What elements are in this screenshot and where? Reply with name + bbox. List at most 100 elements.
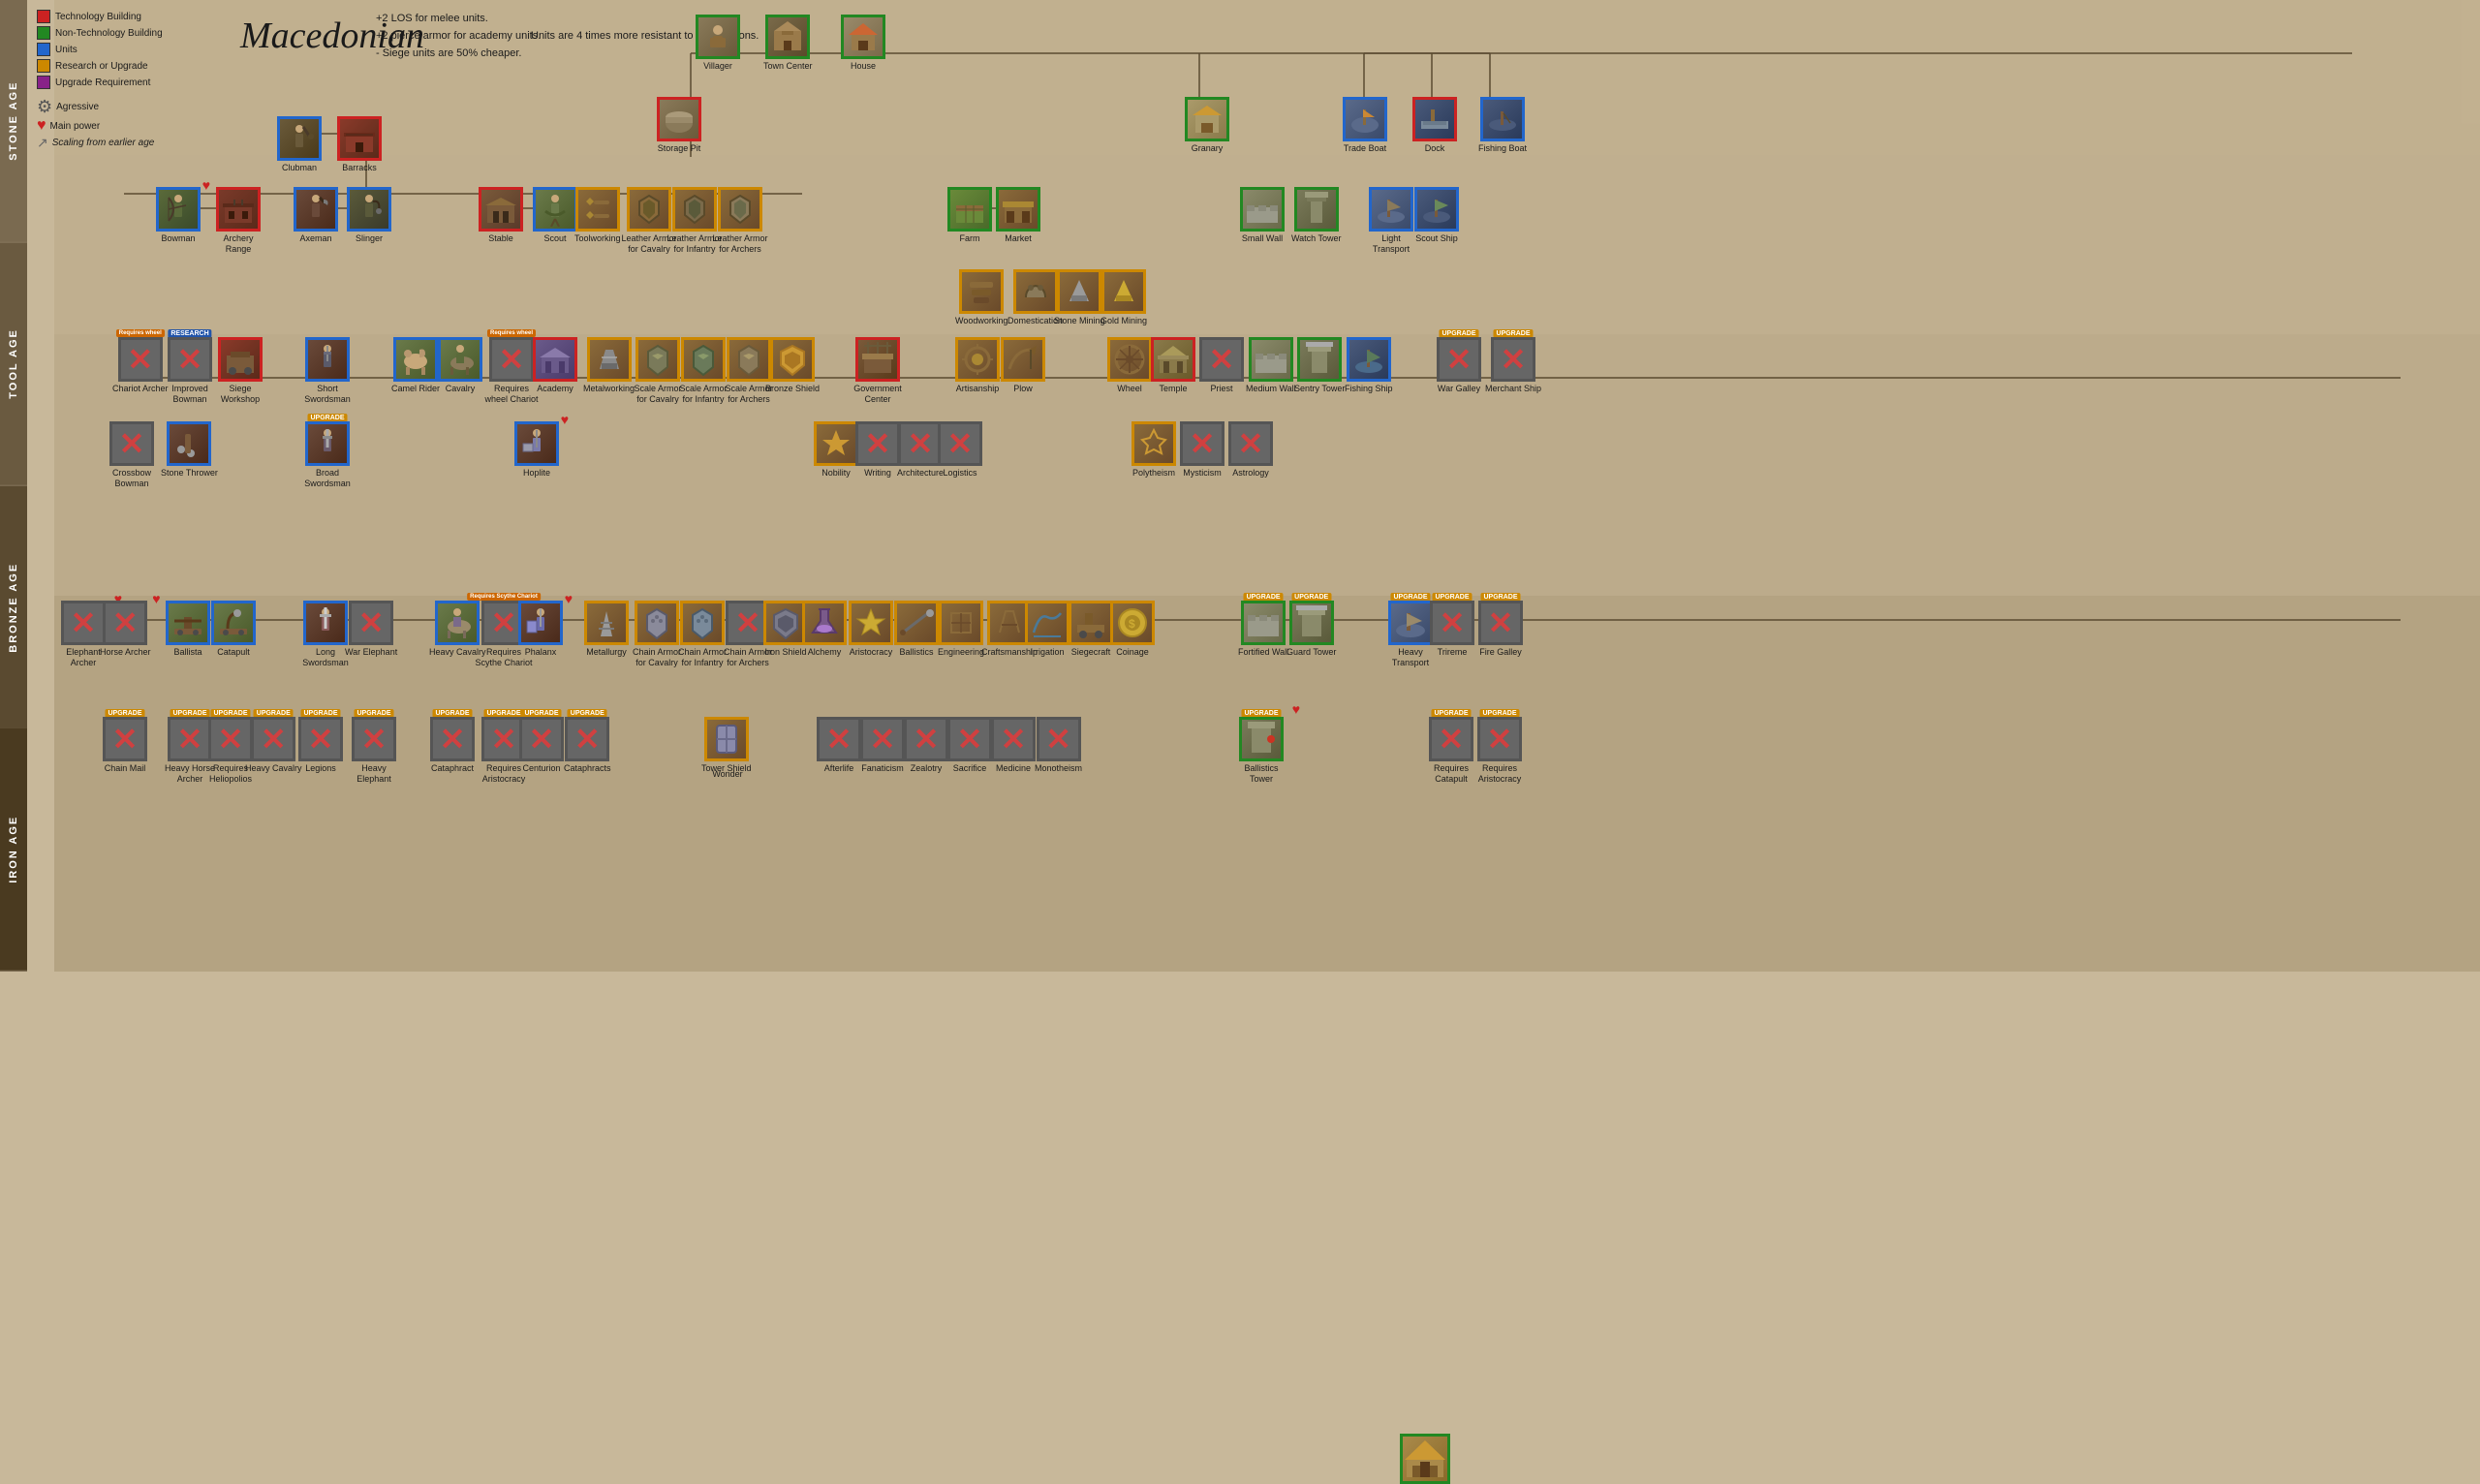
storage-pit-node[interactable]: Storage Pit: [657, 97, 701, 154]
chariot-node[interactable]: Requires wheel Requires wheel Chariot: [482, 337, 541, 405]
engineering-label: Engineering: [938, 647, 984, 658]
fishing-ship-bronze-node[interactable]: Fishing Ship: [1345, 337, 1393, 394]
ballista-node[interactable]: Ballista: [166, 601, 210, 658]
nobility-img: [814, 421, 858, 466]
iron-requires-arist-label: Requires Aristocracy: [1471, 763, 1529, 785]
nobility-node[interactable]: Nobility: [814, 421, 858, 479]
improved-bowman-node[interactable]: RESEARCH Improved Bowman: [161, 337, 219, 405]
stone-mining-node[interactable]: Stone Mining: [1054, 269, 1105, 326]
house-node[interactable]: House: [841, 15, 885, 72]
woodworking-node[interactable]: Woodworking: [955, 269, 1008, 326]
afterlife-node[interactable]: Afterlife: [817, 717, 861, 774]
market-node[interactable]: Market: [996, 187, 1040, 244]
stone-thrower-node[interactable]: Stone Thrower: [161, 421, 218, 479]
horse-archer-node[interactable]: ♥ Horse Archer: [100, 601, 151, 658]
trade-boat-node[interactable]: Trade Boat: [1343, 97, 1387, 154]
stable-node[interactable]: Stable: [479, 187, 523, 244]
wheel-node[interactable]: Wheel: [1107, 337, 1152, 394]
fanaticism-node[interactable]: Fanaticism: [860, 717, 905, 774]
catapult-node[interactable]: Catapult: [211, 601, 256, 658]
crossbow-bronze-node[interactable]: Crossbow Bowman: [103, 421, 161, 489]
fire-galley-label: Fire Galley: [1479, 647, 1522, 658]
toolworking-node[interactable]: Toolworking: [574, 187, 621, 244]
farm-node[interactable]: Farm: [947, 187, 992, 244]
priest-node[interactable]: Priest: [1199, 337, 1244, 394]
engineering-node[interactable]: Engineering: [938, 601, 984, 658]
metalworking-node[interactable]: Metalworking: [583, 337, 635, 394]
leather-armor-archers-node[interactable]: Leather Armor for Archers: [711, 187, 769, 255]
government-center-node[interactable]: Government Center: [849, 337, 907, 405]
heavy-elephant-node[interactable]: UPGRADE Heavy Elephant: [345, 717, 403, 785]
watch-tower-node[interactable]: Watch Tower: [1291, 187, 1342, 244]
fire-galley-img: [1478, 601, 1523, 645]
gold-mining-node[interactable]: Gold Mining: [1100, 269, 1147, 326]
mysticism-node[interactable]: Mysticism: [1180, 421, 1224, 479]
sentry-tower-node[interactable]: Sentry Tower: [1294, 337, 1345, 394]
clubman-node[interactable]: Clubman: [277, 116, 322, 173]
fire-galley-node[interactable]: UPGRADE Fire Galley: [1478, 601, 1523, 658]
bowman-node[interactable]: ♥ Bowman: [156, 187, 201, 244]
zealotry-node[interactable]: Zealotry: [904, 717, 948, 774]
academy-node[interactable]: Academy: [533, 337, 577, 394]
monotheism-node[interactable]: Monotheism: [1035, 717, 1082, 774]
legions-node[interactable]: UPGRADE Legions: [298, 717, 343, 774]
chain-mail-node[interactable]: UPGRADE Chain Mail: [103, 717, 147, 774]
wonder-node[interactable]: Wonder: [702, 717, 753, 780]
light-transport-node[interactable]: Light Transport: [1362, 187, 1420, 255]
cataphract-node[interactable]: UPGRADE Cataphract: [430, 717, 475, 774]
war-galley-node[interactable]: UPGRADE War Galley: [1437, 337, 1481, 394]
siege-workshop-node[interactable]: Siege Workshop: [211, 337, 269, 405]
heavy-cavalry-iron-node[interactable]: UPGRADE Heavy Cavalry: [245, 717, 302, 774]
cataphracts-node[interactable]: UPGRADE Cataphracts: [564, 717, 611, 774]
merchant-ship-node[interactable]: UPGRADE Merchant Ship: [1485, 337, 1541, 394]
architecture-node[interactable]: Architecture: [897, 421, 944, 479]
aristocracy-node[interactable]: Aristocracy: [849, 601, 893, 658]
temple-node[interactable]: Temple: [1151, 337, 1195, 394]
writing-node[interactable]: Writing: [855, 421, 900, 479]
centurion-node[interactable]: UPGRADE Centurion: [519, 717, 564, 774]
ballistics-node[interactable]: Ballistics: [894, 601, 939, 658]
medicine-node[interactable]: Medicine: [991, 717, 1036, 774]
short-swordsman-node[interactable]: Short Swordsman: [298, 337, 356, 405]
archery-range-node[interactable]: Archery Range: [209, 187, 267, 255]
cavalry-node[interactable]: Cavalry: [438, 337, 482, 394]
ballistics-tower-node[interactable]: UPGRADE ♥ Ballistics Tower: [1232, 717, 1290, 785]
trireme-node[interactable]: UPGRADE Trireme: [1430, 601, 1474, 658]
fortified-wall-node[interactable]: UPGRADE Fortified Wall: [1238, 601, 1288, 658]
metallurgy-node[interactable]: Metallurgy: [584, 601, 629, 658]
irrigation-node[interactable]: Irrigation: [1025, 601, 1070, 658]
bronze-shield-node[interactable]: Bronze Shield: [765, 337, 820, 394]
cataphracts-label: Cataphracts: [564, 763, 611, 774]
polytheism-node[interactable]: Polytheism: [1132, 421, 1176, 479]
siegecraft-node[interactable]: Siegecraft: [1069, 601, 1113, 658]
town-center-node[interactable]: Town Center: [763, 15, 813, 72]
dock-node[interactable]: Dock: [1412, 97, 1457, 154]
coinage-node[interactable]: $ Coinage: [1110, 601, 1155, 658]
medium-wall-node[interactable]: Medium Wall: [1246, 337, 1296, 394]
scout-node[interactable]: Scout: [533, 187, 577, 244]
axeman-node[interactable]: Axeman: [294, 187, 338, 244]
house-img: [841, 15, 885, 59]
slinger-node[interactable]: Slinger: [347, 187, 391, 244]
iron-requires-arist-node[interactable]: UPGRADE Requires Aristocracy: [1471, 717, 1529, 785]
granary-node[interactable]: Granary: [1185, 97, 1229, 154]
plow-node[interactable]: Plow: [1001, 337, 1045, 394]
villager-node[interactable]: Villager: [696, 15, 740, 72]
fishing-boat-node[interactable]: Fishing Boat: [1478, 97, 1527, 154]
sacrifice-node[interactable]: Sacrifice: [947, 717, 992, 774]
writing-label: Writing: [864, 468, 891, 479]
small-wall-node[interactable]: Small Wall: [1240, 187, 1285, 244]
broad-swordsman-node[interactable]: UPGRADE Broad Swordsman: [298, 421, 356, 489]
logistics-node[interactable]: Logistics: [938, 421, 982, 479]
guard-tower-node[interactable]: UPGRADE Guard Tower: [1286, 601, 1336, 658]
artisanship-node[interactable]: Artisanship: [955, 337, 1000, 394]
phalanx-node[interactable]: ♥ Phalanx: [518, 601, 563, 658]
chariot-archer-node[interactable]: Requires wheel Chariot Archer: [112, 337, 169, 394]
astrology-node[interactable]: Astrology: [1228, 421, 1273, 479]
alchemy-node[interactable]: Alchemy: [802, 601, 847, 658]
barracks-node[interactable]: Barracks: [337, 116, 382, 173]
war-elephant-node[interactable]: War Elephant: [345, 601, 397, 658]
camel-rider-node[interactable]: Camel Rider: [391, 337, 440, 394]
scout-ship-node[interactable]: Scout Ship: [1414, 187, 1459, 244]
hoplite-node[interactable]: ♥ Hoplite: [514, 421, 559, 479]
